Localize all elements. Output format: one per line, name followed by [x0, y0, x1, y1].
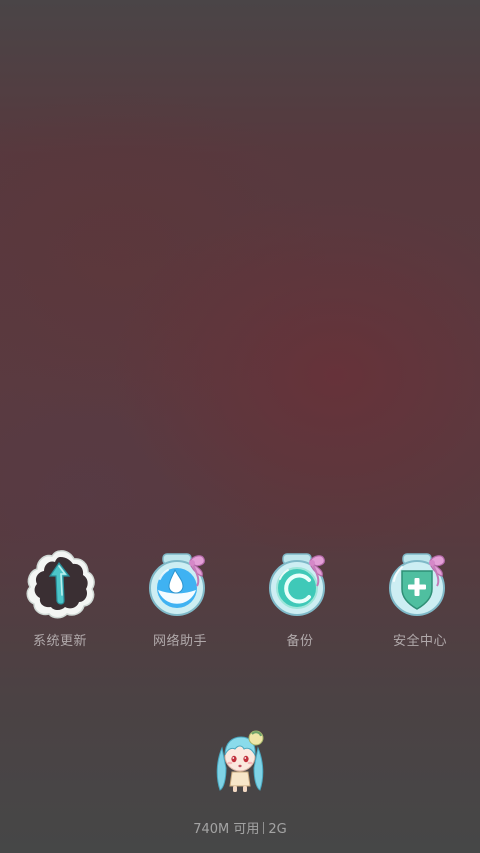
- app-system-update[interactable]: 系统更新: [0, 545, 120, 655]
- app-label: 备份: [286, 634, 314, 649]
- network-assistant-icon: [149, 553, 205, 616]
- app-row: 系统更新 网络助手 备份 安全中心: [0, 545, 480, 655]
- system-update-icon: [26, 550, 95, 619]
- app-security-center[interactable]: 安全中心: [360, 545, 480, 655]
- app-label: 系统更新: [32, 634, 87, 649]
- separator: [263, 822, 265, 834]
- anime-girl-mascot-icon[interactable]: [208, 728, 272, 796]
- app-label: 安全中心: [392, 634, 447, 649]
- backup-icon: [269, 553, 325, 616]
- memory-available: 740M 可用: [193, 822, 260, 837]
- security-center-icon: [389, 553, 445, 616]
- app-backup[interactable]: 备份: [240, 545, 360, 655]
- app-label: 网络助手: [152, 634, 207, 649]
- app-network-assistant[interactable]: 网络助手: [120, 545, 240, 655]
- memory-total: 2G: [268, 822, 287, 837]
- memory-status: 740M 可用 2G: [0, 818, 480, 837]
